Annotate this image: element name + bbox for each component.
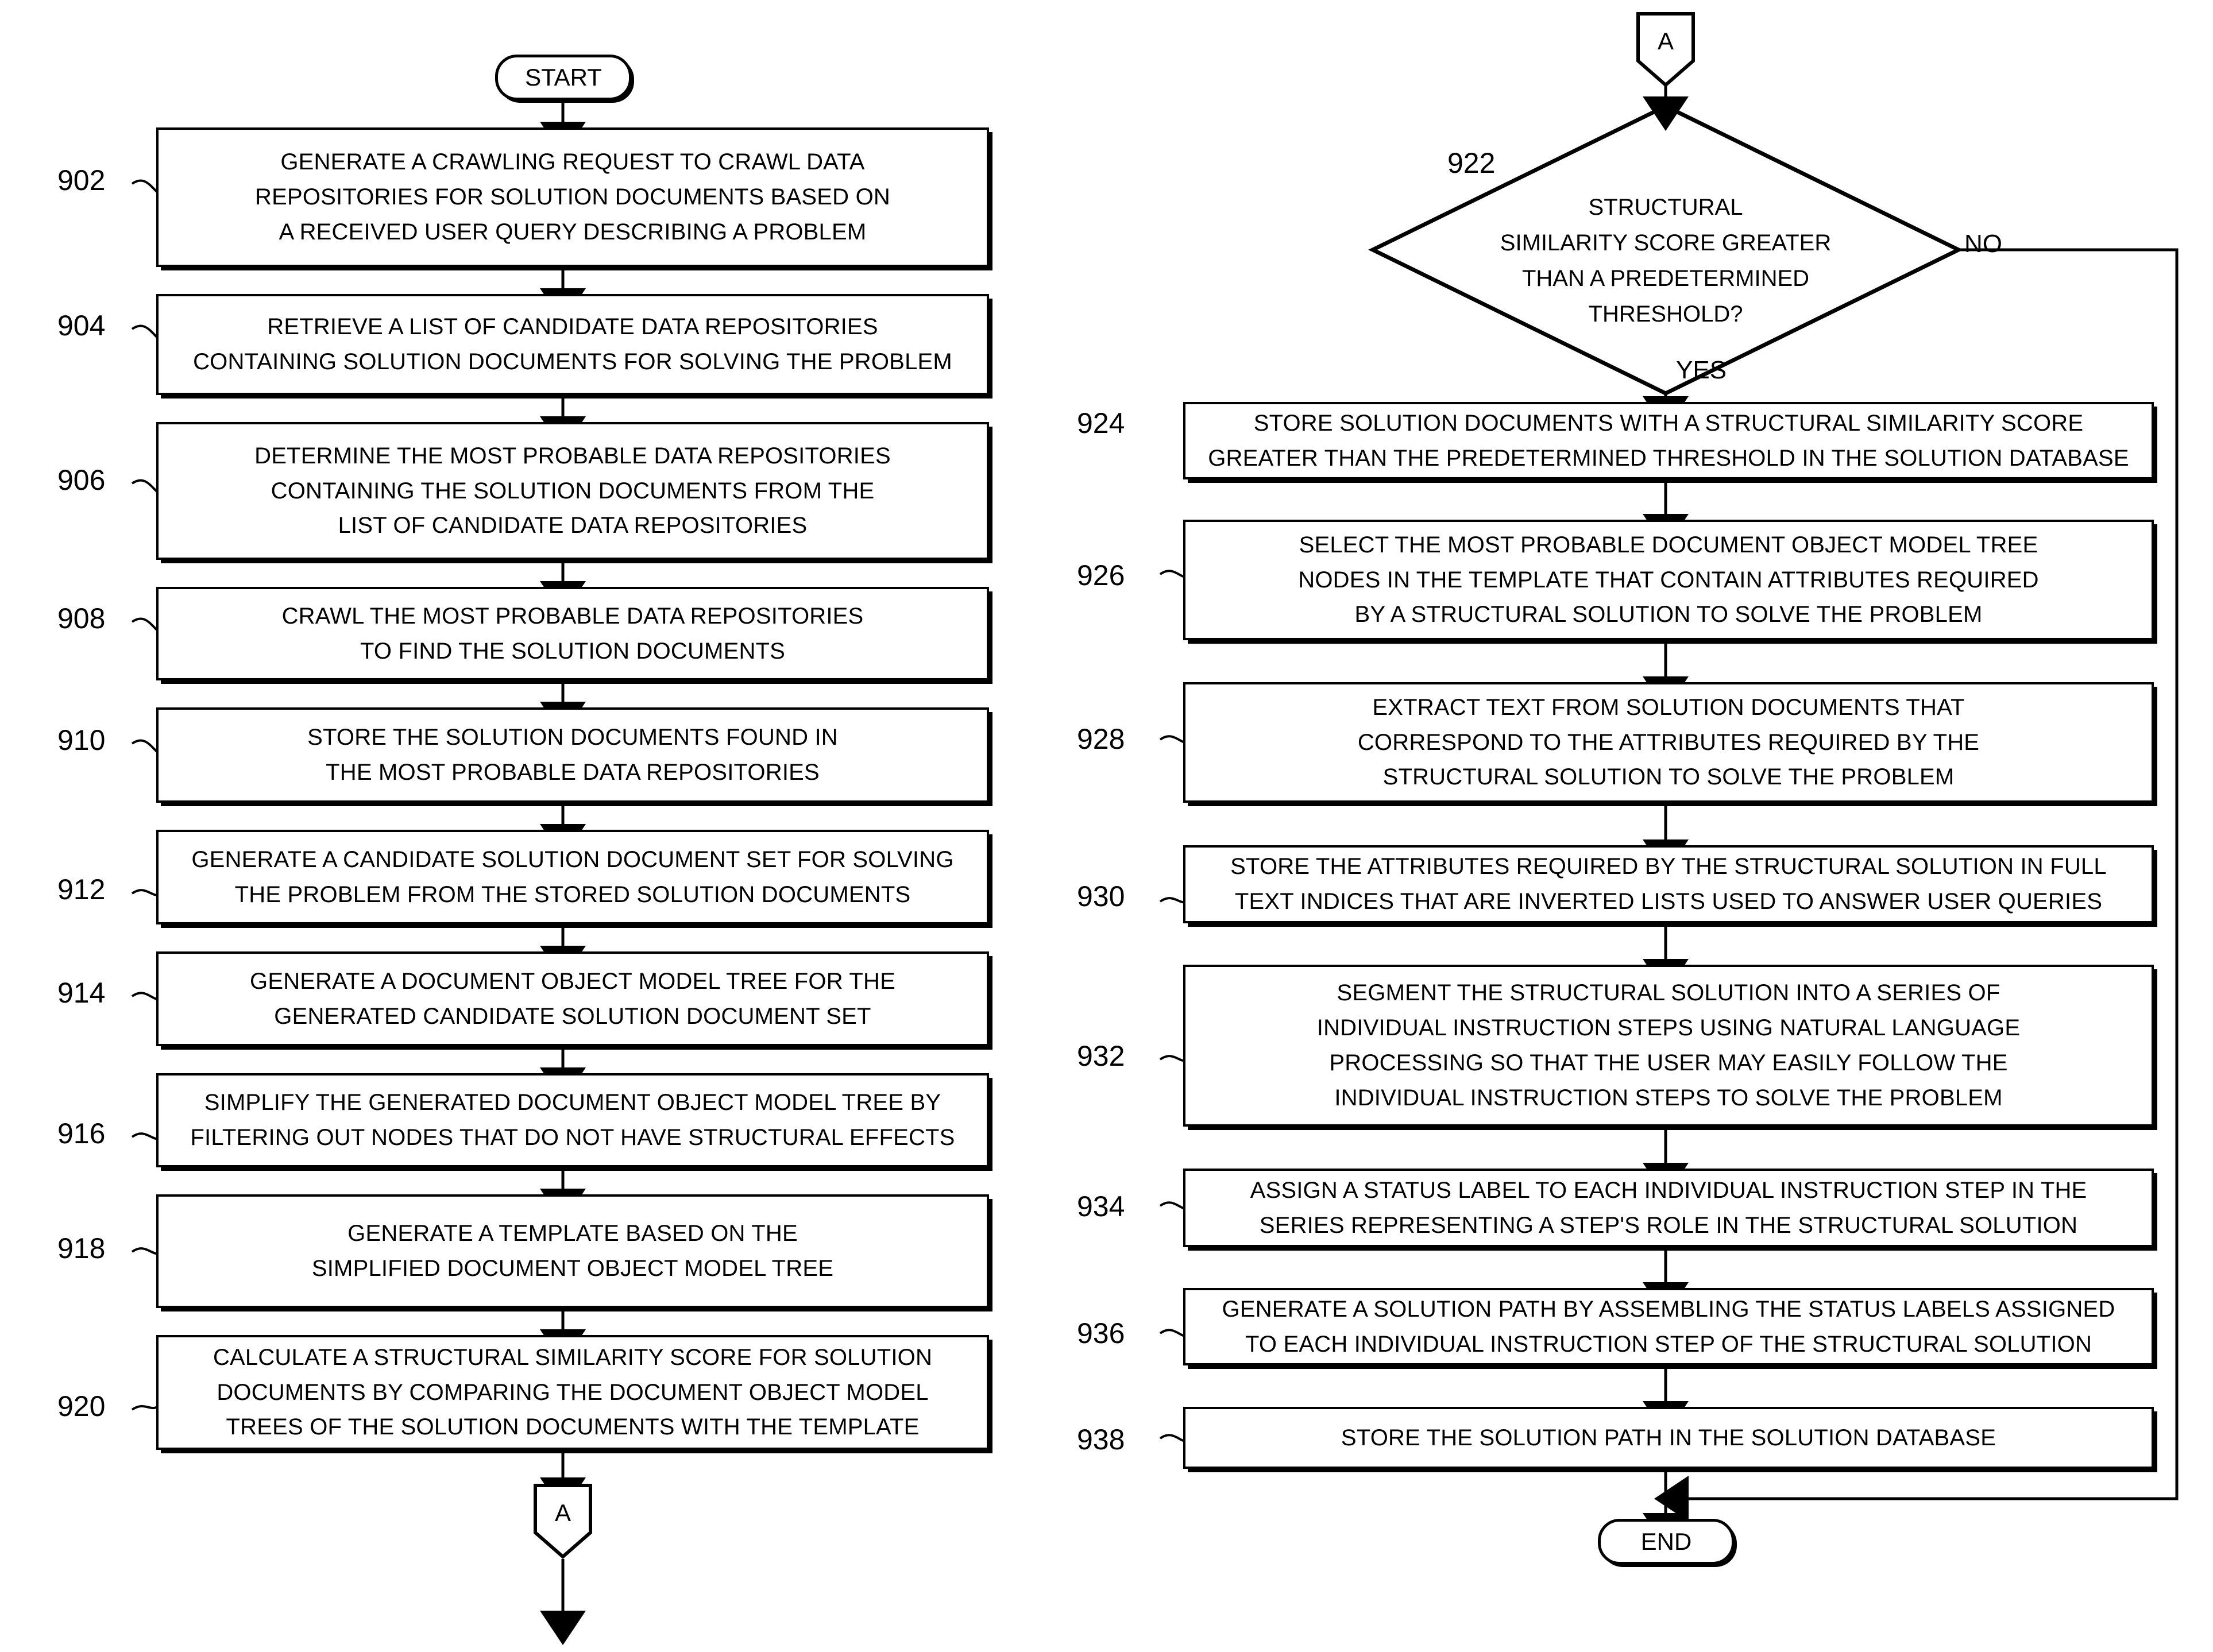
box-916-line-2: FILTERING OUT NODES THAT DO NOT HAVE STR… bbox=[190, 1125, 955, 1150]
decision-922-line-4: THRESHOLD? bbox=[1588, 301, 1743, 327]
ref-number-918: 918 bbox=[57, 1232, 106, 1264]
ref-number-928: 928 bbox=[1077, 723, 1125, 755]
box-932-line-1: SEGMENT THE STRUCTURAL SOLUTION INTO A S… bbox=[1337, 980, 2000, 1006]
box-918-line-1: GENERATE A TEMPLATE BASED ON THE bbox=[347, 1221, 798, 1247]
process-box-932: SEGMENT THE STRUCTURAL SOLUTION INTO A S… bbox=[1183, 965, 2154, 1127]
box-928-line-1: EXTRACT TEXT FROM SOLUTION DOCUMENTS THA… bbox=[1372, 694, 1965, 720]
ref-number-908: 908 bbox=[57, 602, 106, 635]
ref-number-904: 904 bbox=[57, 309, 106, 342]
box-906-line-3: LIST OF CANDIDATE DATA REPOSITORIES bbox=[338, 513, 808, 539]
process-box-902: GENERATE A CRAWLING REQUEST TO CRAWL DAT… bbox=[156, 127, 989, 267]
ref-number-924: 924 bbox=[1077, 407, 1125, 439]
offpage-connector-a-top: A bbox=[1636, 11, 1696, 87]
box-936-line-2: TO EACH INDIVIDUAL INSTRUCTION STEP OF T… bbox=[1245, 1331, 2092, 1357]
box-930-line-1: STORE THE ATTRIBUTES REQUIRED BY THE STR… bbox=[1230, 854, 2107, 880]
ref-number-916: 916 bbox=[57, 1117, 106, 1150]
ref-number-902: 902 bbox=[57, 164, 106, 196]
box-924-line-1: STORE SOLUTION DOCUMENTS WITH A STRUCTUR… bbox=[1253, 410, 2084, 436]
box-920-line-3: TREES OF THE SOLUTION DOCUMENTS WITH THE… bbox=[226, 1414, 920, 1440]
box-932-line-4: INDIVIDUAL INSTRUCTION STEPS TO SOLVE TH… bbox=[1334, 1085, 2003, 1111]
offpage-connector-a-bottom: A bbox=[533, 1483, 593, 1559]
offpage-connector-a-bottom-label: A bbox=[554, 1499, 571, 1526]
ref-number-926: 926 bbox=[1077, 559, 1125, 591]
offpage-connector-a-top-label: A bbox=[1657, 28, 1674, 55]
box-920-line-1: CALCULATE A STRUCTURAL SIMILARITY SCORE … bbox=[213, 1344, 933, 1370]
process-box-920: CALCULATE A STRUCTURAL SIMILARITY SCORE … bbox=[156, 1335, 989, 1450]
process-box-926: SELECT THE MOST PROBABLE DOCUMENT OBJECT… bbox=[1183, 520, 2154, 640]
ref-number-930: 930 bbox=[1077, 880, 1125, 912]
box-910-line-2: THE MOST PROBABLE DATA REPOSITORIES bbox=[326, 760, 820, 785]
process-box-936: GENERATE A SOLUTION PATH BY ASSEMBLING T… bbox=[1183, 1288, 2154, 1365]
decision-922-line-1: STRUCTURAL bbox=[1588, 195, 1743, 220]
box-928-line-2: CORRESPOND TO THE ATTRIBUTES REQUIRED BY… bbox=[1357, 729, 1980, 755]
process-box-934: ASSIGN A STATUS LABEL TO EACH INDIVIDUAL… bbox=[1183, 1169, 2154, 1247]
box-906-line-2: CONTAINING THE SOLUTION DOCUMENTS FROM T… bbox=[271, 478, 875, 504]
decision-922-text: STRUCTURAL SIMILARITY SCORE GREATER THAN… bbox=[1413, 189, 1918, 332]
box-904-line-2: CONTAINING SOLUTION DOCUMENTS FOR SOLVIN… bbox=[193, 349, 952, 374]
edge-label-yes: YES bbox=[1676, 356, 1727, 384]
ref-number-914: 914 bbox=[57, 977, 106, 1009]
process-box-924: STORE SOLUTION DOCUMENTS WITH A STRUCTUR… bbox=[1183, 402, 2154, 479]
end-label: END bbox=[1640, 1528, 1692, 1555]
box-916-line-1: SIMPLIFY THE GENERATED DOCUMENT OBJECT M… bbox=[204, 1090, 941, 1116]
ref-number-932: 932 bbox=[1077, 1040, 1125, 1072]
process-box-908: CRAWL THE MOST PROBABLE DATA REPOSITORIE… bbox=[156, 587, 989, 680]
box-932-line-3: PROCESSING SO THAT THE USER MAY EASILY F… bbox=[1329, 1050, 2008, 1075]
box-930-line-2: TEXT INDICES THAT ARE INVERTED LISTS USE… bbox=[1234, 889, 2103, 914]
process-box-918: GENERATE A TEMPLATE BASED ON THE SIMPLIF… bbox=[156, 1194, 989, 1308]
process-box-910: STORE THE SOLUTION DOCUMENTS FOUND IN TH… bbox=[156, 707, 989, 803]
edge-label-no: NO bbox=[1964, 230, 2002, 258]
box-912-line-1: GENERATE A CANDIDATE SOLUTION DOCUMENT S… bbox=[191, 846, 954, 872]
ref-number-936: 936 bbox=[1077, 1317, 1125, 1349]
process-box-904: RETRIEVE A LIST OF CANDIDATE DATA REPOSI… bbox=[156, 294, 989, 395]
box-934-line-1: ASSIGN A STATUS LABEL TO EACH INDIVIDUAL… bbox=[1250, 1177, 2087, 1203]
box-938-line-1: STORE THE SOLUTION PATH IN THE SOLUTION … bbox=[1341, 1425, 1996, 1450]
ref-number-934: 934 bbox=[1077, 1190, 1125, 1222]
process-box-916: SIMPLIFY THE GENERATED DOCUMENT OBJECT M… bbox=[156, 1073, 989, 1167]
process-box-914: GENERATE A DOCUMENT OBJECT MODEL TREE FO… bbox=[156, 951, 989, 1046]
decision-922-line-3: THAN A PREDETERMINED bbox=[1521, 266, 1810, 291]
ref-number-938: 938 bbox=[1077, 1423, 1125, 1456]
box-902-line-1: GENERATE A CRAWLING REQUEST TO CRAWL DAT… bbox=[280, 149, 865, 175]
box-926-line-1: SELECT THE MOST PROBABLE DOCUMENT OBJECT… bbox=[1299, 532, 2038, 558]
box-904-line-1: RETRIEVE A LIST OF CANDIDATE DATA REPOSI… bbox=[267, 314, 878, 340]
box-912-line-2: THE PROBLEM FROM THE STORED SOLUTION DOC… bbox=[234, 881, 911, 907]
box-924-line-2: GREATER THAN THE PREDETERMINED THRESHOLD… bbox=[1208, 445, 2129, 471]
box-902-line-3: A RECEIVED USER QUERY DESCRIBING A PROBL… bbox=[279, 219, 867, 245]
box-902-line-2: REPOSITORIES FOR SOLUTION DOCUMENTS BASE… bbox=[255, 184, 890, 210]
process-box-930: STORE THE ATTRIBUTES REQUIRED BY THE STR… bbox=[1183, 845, 2154, 923]
end-terminator: END bbox=[1598, 1519, 1735, 1565]
box-914-line-2: GENERATED CANDIDATE SOLUTION DOCUMENT SE… bbox=[274, 1003, 871, 1029]
box-936-line-1: GENERATE A SOLUTION PATH BY ASSEMBLING T… bbox=[1222, 1296, 2115, 1322]
ref-number-906: 906 bbox=[57, 464, 106, 496]
start-label: START bbox=[525, 64, 602, 91]
process-box-906: DETERMINE THE MOST PROBABLE DATA REPOSIT… bbox=[156, 422, 989, 560]
box-928-line-3: STRUCTURAL SOLUTION TO SOLVE THE PROBLEM bbox=[1382, 764, 1955, 790]
box-908-line-1: CRAWL THE MOST PROBABLE DATA REPOSITORIE… bbox=[281, 603, 864, 629]
ref-number-922: 922 bbox=[1447, 147, 1496, 179]
box-934-line-2: SERIES REPRESENTING A STEP'S ROLE IN THE… bbox=[1259, 1212, 2078, 1238]
box-906-line-1: DETERMINE THE MOST PROBABLE DATA REPOSIT… bbox=[254, 443, 891, 469]
box-926-line-2: NODES IN THE TEMPLATE THAT CONTAIN ATTRI… bbox=[1298, 567, 2039, 593]
box-920-line-2: DOCUMENTS BY COMPARING THE DOCUMENT OBJE… bbox=[217, 1379, 929, 1405]
ref-number-912: 912 bbox=[57, 873, 106, 906]
ref-number-920: 920 bbox=[57, 1390, 106, 1422]
box-918-line-2: SIMPLIFIED DOCUMENT OBJECT MODEL TREE bbox=[311, 1256, 834, 1281]
process-box-912: GENERATE A CANDIDATE SOLUTION DOCUMENT S… bbox=[156, 830, 989, 924]
box-908-line-2: TO FIND THE SOLUTION DOCUMENTS bbox=[360, 638, 786, 664]
flowchart-figure: START END A A GENERATE A CRAWLING REQUES… bbox=[0, 0, 2213, 1652]
decision-922-line-2: SIMILARITY SCORE GREATER bbox=[1500, 230, 1832, 256]
box-914-line-1: GENERATE A DOCUMENT OBJECT MODEL TREE FO… bbox=[250, 968, 895, 994]
box-932-line-2: INDIVIDUAL INSTRUCTION STEPS USING NATUR… bbox=[1316, 1015, 2021, 1041]
process-box-928: EXTRACT TEXT FROM SOLUTION DOCUMENTS THA… bbox=[1183, 682, 2154, 803]
process-box-938: STORE THE SOLUTION PATH IN THE SOLUTION … bbox=[1183, 1407, 2154, 1469]
start-terminator: START bbox=[495, 55, 632, 100]
box-910-line-1: STORE THE SOLUTION DOCUMENTS FOUND IN bbox=[307, 725, 838, 750]
box-926-line-3: BY A STRUCTURAL SOLUTION TO SOLVE THE PR… bbox=[1354, 602, 1983, 628]
ref-number-910: 910 bbox=[57, 724, 106, 756]
